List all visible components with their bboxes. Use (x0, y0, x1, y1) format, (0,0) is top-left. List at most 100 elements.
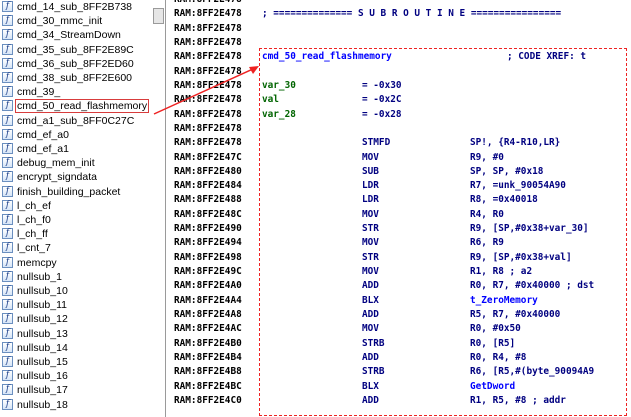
function-icon: f (2, 356, 13, 367)
function-icon: f (2, 313, 13, 325)
asm-line[interactable]: RAM:8FF2E4C0 ADD R1, R5, #8 ; addr (172, 394, 631, 408)
function-item[interactable]: f l_ch_ef (0, 199, 165, 213)
function-item[interactable]: f nullsub_13 (0, 327, 165, 341)
asm-line[interactable]: RAM:8FF2E498 STR R9, [SP,#0x38+val] (172, 251, 631, 265)
asm-line[interactable]: RAM:8FF2E478 (172, 122, 631, 136)
asm-line[interactable]: RAM:8FF2E478 ; ============== S U B R O U… (172, 7, 631, 21)
function-item[interactable]: f nullsub_11 (0, 298, 165, 312)
instruction-mnemonic: MOV (362, 208, 379, 220)
asm-line[interactable]: RAM:8FF2E4B4 ADD R0, R4, #8 (172, 351, 631, 365)
functions-list[interactable]: f cmd_14_sub_8FF2B738 f cmd_30_mmc_init f cmd… (0, 0, 166, 417)
function-item[interactable]: f cmd_ef_a1 (0, 142, 165, 156)
asm-address: RAM:8FF2E494 (174, 237, 242, 249)
function-item[interactable]: f cmd_ef_a0 (0, 128, 165, 142)
instruction-mnemonic: ADD (362, 309, 379, 321)
asm-address: RAM:8FF2E478 (174, 137, 242, 149)
function-icon: f (2, 341, 13, 353)
function-item[interactable]: f cmd_35_sub_8FF2E89C (0, 43, 165, 57)
function-item[interactable]: f debug_mem_init (0, 156, 165, 170)
asm-line[interactable]: RAM:8FF2E49C MOV R1, R8 ; a2 (172, 265, 631, 279)
asm-line[interactable]: RAM:8FF2E478 cmd_50_read_flashmemory ; COD… (172, 50, 631, 64)
function-icon: f (2, 285, 13, 296)
function-item[interactable]: f cmd_38_sub_8FF2E600 (0, 71, 165, 85)
function-item[interactable]: f nullsub_10 (0, 284, 165, 298)
function-item[interactable]: f cmd_36_sub_8FF2ED60 (0, 57, 165, 71)
function-item[interactable]: f nullsub_16 (0, 369, 165, 383)
function-icon: f (2, 57, 13, 69)
asm-line[interactable]: RAM:8FF2E478 val = -0x2C (172, 93, 631, 107)
asm-line[interactable]: RAM:8FF2E4B8 STRB R6, [R5,#(byte_90094A9 (172, 365, 631, 379)
function-name: l_ch_ef (17, 199, 51, 212)
function-name: nullsub_18 (17, 398, 68, 411)
asm-address: RAM:8FF2E478 (174, 0, 242, 7)
instruction-mnemonic: STRB (362, 366, 385, 378)
function-name: cmd_35_sub_8FF2E89C (17, 43, 134, 56)
asm-address: RAM:8FF2E484 (174, 180, 242, 192)
asm-line[interactable]: RAM:8FF2E4AC MOV R0, #0x50 (172, 322, 631, 336)
function-item[interactable]: f l_cnt_7 (0, 241, 165, 255)
function-item[interactable]: f cmd_14_sub_8FF2B738 (0, 0, 165, 14)
asm-line[interactable]: RAM:8FF2E484 LDR R7, =unk_90054A90 (172, 179, 631, 193)
instruction-mnemonic: STMFD (362, 137, 391, 149)
function-item[interactable]: f nullsub_17 (0, 383, 165, 397)
asm-address: RAM:8FF2E4C0 (174, 394, 242, 406)
asm-line[interactable]: RAM:8FF2E478 var_30 = -0x30 (172, 79, 631, 93)
instruction-mnemonic: STR (362, 251, 379, 263)
asm-line[interactable]: RAM:8FF2E478 var_28 = -0x28 (172, 108, 631, 122)
function-name: nullsub_17 (17, 384, 68, 397)
stack-var-offset: = -0x30 (362, 79, 402, 91)
asm-line[interactable]: RAM:8FF2E4B0 STRB R0, [R5] (172, 337, 631, 351)
function-item[interactable]: f cmd_a1_sub_8FF0C27C (0, 114, 165, 128)
asm-line[interactable]: RAM:8FF2E4BC BLX GetDword (172, 380, 631, 394)
function-item[interactable]: f cmd_50_read_flashmemory (0, 99, 165, 114)
asm-line[interactable]: RAM:8FF2E48C MOV R4, R0 (172, 208, 631, 222)
asm-line[interactable]: RAM:8FF2E478 (172, 0, 631, 7)
asm-line[interactable]: RAM:8FF2E4A4 BLX t_ZeroMemory (172, 294, 631, 308)
function-item[interactable]: f nullsub_12 (0, 312, 165, 326)
stack-var-name: val (262, 94, 279, 106)
asm-line[interactable]: RAM:8FF2E488 LDR R8, =0x40018 (172, 193, 631, 207)
function-item[interactable]: f nullsub_1 (0, 270, 165, 284)
asm-line[interactable]: RAM:8FF2E478 (172, 36, 631, 50)
function-icon: f (2, 100, 13, 112)
asm-line[interactable]: RAM:8FF2E478 (172, 22, 631, 36)
asm-line[interactable]: RAM:8FF2E47C MOV R9, #0 (172, 151, 631, 165)
function-icon: f (2, 171, 13, 183)
function-item[interactable]: f l_ch_ff (0, 227, 165, 241)
function-name: cmd_38_sub_8FF2E600 (17, 72, 132, 84)
asm-line[interactable]: RAM:8FF2E4A8 ADD R5, R7, #0x40000 (172, 308, 631, 322)
asm-line[interactable]: RAM:8FF2E478 STMFD SP!, {R4-R10,LR} (172, 136, 631, 150)
function-name: l_ch_f0 (17, 214, 51, 226)
function-icon: f (2, 370, 13, 382)
function-icon: f (2, 228, 13, 240)
function-item[interactable]: f l_ch_f0 (0, 213, 165, 227)
function-item[interactable]: f cmd_34_StreamDown (0, 28, 165, 42)
function-item[interactable]: f memcpy (0, 256, 165, 270)
asm-line[interactable]: RAM:8FF2E494 MOV R6, R9 (172, 236, 631, 250)
instruction-mnemonic: ADD (362, 394, 379, 406)
asm-address: RAM:8FF2E4B4 (174, 352, 242, 363)
function-item[interactable]: f nullsub_18 (0, 398, 165, 412)
function-icon: f (2, 29, 13, 41)
disassembly-view[interactable]: RAM:8FF2E478RAM:8FF2E478; ==============… (172, 0, 631, 417)
function-item[interactable]: f nullsub_14 (0, 341, 165, 355)
function-item[interactable]: f finish_building_packet (0, 185, 165, 199)
instruction-mnemonic: STR (362, 223, 379, 235)
instruction-operands: R0, R7, #0x40000 ; dst (470, 280, 595, 292)
asm-line[interactable]: RAM:8FF2E480 SUB SP, SP, #0x18 (172, 165, 631, 179)
asm-address: RAM:8FF2E478 (174, 94, 242, 106)
function-item[interactable]: f cmd_39_ (0, 85, 165, 99)
function-item[interactable]: f encrypt_signdata (0, 170, 165, 184)
instruction-operands: R1, R8 ; a2 (470, 266, 533, 278)
function-label: cmd_50_read_flashmemory (262, 51, 392, 63)
asm-line[interactable]: RAM:8FF2E478 (172, 65, 631, 79)
function-item[interactable]: f cmd_30_mmc_init (0, 14, 165, 28)
asm-line[interactable]: RAM:8FF2E4A0 ADD R0, R7, #0x40000 ; dst (172, 279, 631, 293)
asm-address: RAM:8FF2E478 (174, 8, 242, 20)
scrollbar-thumb[interactable] (153, 8, 164, 24)
asm-line[interactable]: RAM:8FF2E490 STR R9, [SP,#0x38+var_30] (172, 222, 631, 236)
asm-address: RAM:8FF2E478 (174, 51, 242, 63)
function-item[interactable]: f nullsub_15 (0, 355, 165, 369)
instruction-operands: R7, =unk_90054A90 (470, 180, 566, 192)
instruction-mnemonic: ADD (362, 352, 379, 363)
